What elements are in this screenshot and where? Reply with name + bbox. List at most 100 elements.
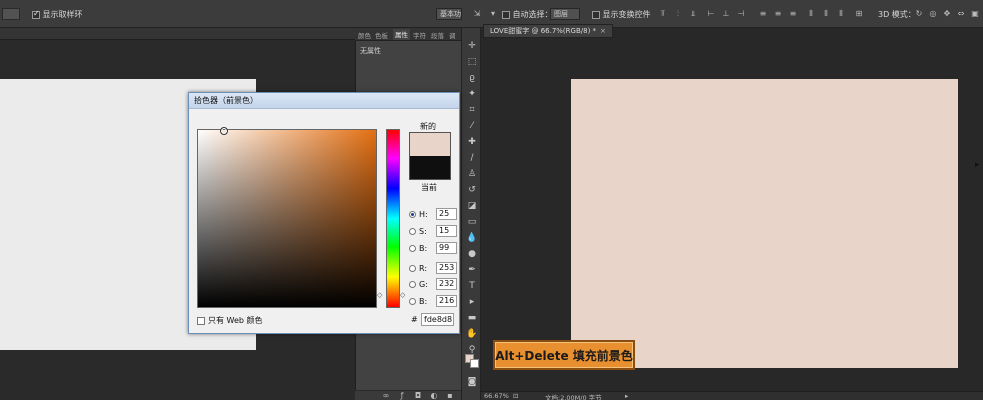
status-menu-arrow-icon[interactable]: ▸	[625, 392, 628, 400]
auto-select-checkbox[interactable]	[502, 10, 510, 19]
shape-tool-icon[interactable]: ▬	[466, 312, 478, 324]
align-left-icon[interactable]: ⊢	[706, 9, 716, 19]
mask-icon[interactable]: ◘	[413, 391, 423, 400]
radio-b[interactable]	[409, 244, 416, 252]
distribute-hcenter-icon[interactable]: ⦀	[821, 9, 831, 19]
healing-brush-tool-icon[interactable]: ✚	[466, 136, 478, 148]
rotate-3d-icon[interactable]: ↻	[914, 9, 924, 19]
auto-select-dropdown[interactable]: 图层	[550, 8, 580, 20]
input-b[interactable]: 99	[436, 242, 457, 254]
tab-paragraph[interactable]: 段落	[431, 30, 444, 40]
clone-stamp-tool-icon[interactable]: ♙	[466, 168, 478, 180]
eraser-tool-icon[interactable]: ◪	[466, 200, 478, 212]
input-blue[interactable]: 216	[436, 295, 457, 307]
distribute-left-icon[interactable]: ⦀	[806, 9, 816, 19]
gradient-tool-icon[interactable]: ▭	[466, 216, 478, 228]
blur-tool-icon[interactable]: 💧	[466, 232, 478, 244]
type-tool-icon[interactable]: T	[466, 280, 478, 292]
mode-3d-label: 3D 模式：	[878, 10, 916, 19]
tool-preset-dropdown[interactable]	[2, 8, 20, 20]
input-g[interactable]: 232	[436, 278, 457, 290]
brush-tool-icon[interactable]: ∕	[466, 152, 478, 164]
magic-wand-tool-icon[interactable]: ✦	[466, 88, 478, 100]
slide-3d-icon[interactable]: ⇔	[956, 9, 966, 19]
radio-blue[interactable]	[409, 297, 416, 305]
crop-tool-icon[interactable]: ⌗	[466, 104, 478, 116]
export-icon[interactable]: ⊡	[513, 392, 518, 400]
align-vcenter-icon[interactable]: ⫶	[673, 9, 683, 19]
web-colors-only-checkbox[interactable]	[197, 316, 205, 325]
show-transform-checkbox[interactable]	[592, 10, 600, 19]
status-bar: 66.67% ⊡ 文档:2.00M/0 字节 ▸	[481, 391, 983, 400]
lasso-tool-icon[interactable]: ϱ	[466, 72, 478, 84]
show-sampling-ring-label: 显示取样环	[42, 10, 83, 19]
input-s[interactable]: 15	[436, 225, 457, 237]
zoom-level[interactable]: 66.67%	[484, 392, 509, 400]
dodge-tool-icon[interactable]: ●	[466, 248, 478, 260]
quick-mask-icon[interactable]: ◙	[466, 376, 478, 388]
tab-properties[interactable]: 属性	[393, 29, 410, 40]
align-top-icon[interactable]: ⫪	[658, 9, 668, 19]
pan-3d-icon[interactable]: ✥	[942, 9, 952, 19]
dialog-title[interactable]: 拾色器（前景色）	[189, 93, 459, 109]
fx-icon[interactable]: ƒ	[397, 391, 407, 400]
show-transform-group[interactable]: 显示变换控件	[592, 9, 651, 20]
link-icon[interactable]: ∞	[381, 391, 391, 400]
distribute-right-icon[interactable]: ⦀	[836, 9, 846, 19]
field-row-g: G: 232	[409, 278, 457, 290]
adjustment-icon[interactable]: ◐	[429, 391, 439, 400]
align-bottom-icon[interactable]: ⫫	[688, 9, 698, 19]
tools-panel: ✛ ⬚ ϱ ✦ ⌗ ⁄ ✚ ∕ ♙ ↺ ◪ ▭ 💧 ● ✒ T ▸ ▬ ✋ ⚲ …	[461, 28, 481, 400]
radio-h[interactable]	[409, 210, 416, 218]
distribute-vcenter-icon[interactable]: ≡	[773, 9, 783, 19]
trash-icon[interactable]: ▪	[445, 391, 455, 400]
hue-slider[interactable]	[386, 129, 400, 308]
field-label-r: R:	[419, 263, 428, 273]
hue-slider-left-arrow-icon[interactable]: ◇	[377, 291, 382, 299]
tab-adjustments[interactable]: 调	[449, 30, 456, 40]
align-right-icon[interactable]: ⊣	[736, 9, 746, 19]
tab-swatches[interactable]: 色板	[375, 30, 388, 40]
move-arrow-icon[interactable]: ⇲	[472, 9, 482, 19]
document-info: 文档:2.00M/0 字节	[545, 394, 602, 400]
field-label-g: G:	[419, 279, 428, 289]
distribute-top-icon[interactable]: ≡	[758, 9, 768, 19]
input-r[interactable]: 253	[436, 262, 457, 274]
align-hcenter-icon[interactable]: ⊥	[721, 9, 731, 19]
auto-select-group[interactable]: 自动选择：	[502, 9, 553, 20]
panel-expand-arrow-icon[interactable]: ▸	[975, 160, 980, 170]
radio-s[interactable]	[409, 227, 416, 235]
workspace-preset[interactable]: 基本功	[436, 8, 462, 20]
input-h[interactable]: 25	[436, 208, 457, 220]
hand-tool-icon[interactable]: ✋	[466, 328, 478, 340]
hue-slider-right-arrow-icon[interactable]: ◇	[400, 291, 405, 299]
web-colors-only-group[interactable]: 只有 Web 颜色	[197, 315, 263, 326]
distribute-bottom-icon[interactable]: ≡	[788, 9, 798, 19]
path-selection-tool-icon[interactable]: ▸	[466, 296, 478, 308]
radio-g[interactable]	[409, 280, 416, 288]
field-label-blue: B:	[419, 296, 428, 306]
eyedropper-tool-icon[interactable]: ⁄	[466, 120, 478, 132]
roll-3d-icon[interactable]: ◎	[928, 9, 938, 19]
tab-character[interactable]: 字符	[413, 30, 426, 40]
history-brush-tool-icon[interactable]: ↺	[466, 184, 478, 196]
chevron-down-icon[interactable]: ▾	[488, 9, 498, 19]
document-canvas[interactable]	[571, 79, 958, 368]
marquee-tool-icon[interactable]: ⬚	[466, 56, 478, 68]
hex-input[interactable]: fde8d8	[421, 313, 454, 326]
close-icon[interactable]: ×	[600, 27, 606, 35]
show-sampling-ring-checkbox[interactable]	[32, 9, 40, 19]
document-tab[interactable]: LOVE甜蜜字 @ 66.7%(RGB/8) * ×	[483, 24, 613, 38]
move-tool-icon[interactable]: ✛	[466, 40, 478, 52]
auto-align-icon[interactable]: ⊞	[854, 9, 864, 19]
color-field-handle[interactable]	[220, 127, 228, 135]
scale-3d-icon[interactable]: ▣	[970, 9, 980, 19]
radio-r[interactable]	[409, 264, 416, 272]
background-color-swatch[interactable]	[470, 359, 479, 368]
saturation-brightness-field[interactable]	[197, 129, 377, 308]
tab-color[interactable]: 颜色	[358, 30, 371, 40]
current-color-swatch[interactable]	[409, 156, 451, 180]
show-sampling-ring-checkbox-group[interactable]: 显示取样环	[32, 9, 83, 20]
pen-tool-icon[interactable]: ✒	[466, 264, 478, 276]
field-row-s: S: 15	[409, 225, 457, 237]
